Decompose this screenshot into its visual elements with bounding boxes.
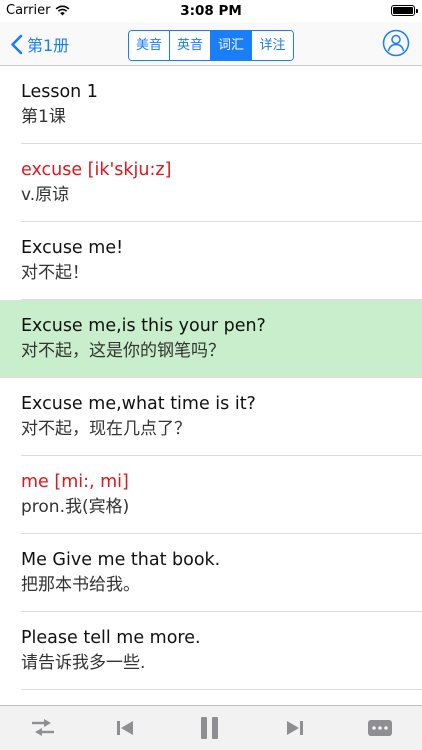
mode-segmented-control: 美音 英音 词汇 详注 bbox=[128, 30, 294, 61]
chevron-left-icon bbox=[11, 34, 23, 54]
tab-vocabulary[interactable]: 词汇 bbox=[211, 31, 252, 60]
back-label: 第1册 bbox=[27, 36, 70, 55]
item-chinese: 请告诉我多一些. bbox=[21, 653, 146, 673]
next-icon bbox=[287, 721, 303, 735]
item-chinese: pron.我(宾格) bbox=[21, 497, 130, 517]
list-item[interactable]: excuse [ik'skju:z] v.原谅 bbox=[0, 144, 422, 222]
list-item[interactable]: Excuse me! 对不起！ bbox=[0, 222, 422, 300]
shuffle-icon bbox=[32, 719, 54, 736]
item-english: Excuse me! bbox=[21, 238, 124, 258]
more-button[interactable] bbox=[366, 716, 394, 740]
tab-american-audio[interactable]: 美音 bbox=[129, 31, 170, 60]
shuffle-button[interactable] bbox=[28, 716, 58, 740]
status-time: 3:08 PM bbox=[180, 3, 242, 19]
previous-icon bbox=[117, 721, 133, 735]
app-screen: Carrier 3:08 PM 第1册 美音 英音 词汇 详注 Lesson 1… bbox=[0, 0, 422, 750]
status-bar: Carrier 3:08 PM bbox=[0, 0, 422, 22]
item-english: Me Give me that book. bbox=[21, 550, 221, 570]
item-chinese: 第1课 bbox=[21, 107, 66, 127]
item-chinese: 对不起，现在几点了？ bbox=[21, 419, 191, 439]
item-chinese: 把那本书给我。 bbox=[21, 575, 140, 595]
list-item-selected[interactable]: Excuse me,is this your pen? 对不起，这是你的钢笔吗？ bbox=[0, 300, 422, 378]
previous-button[interactable] bbox=[113, 716, 137, 740]
tab-notes[interactable]: 详注 bbox=[252, 31, 293, 60]
item-chinese: v.原谅 bbox=[21, 185, 70, 205]
next-button[interactable] bbox=[283, 716, 307, 740]
item-english: Excuse me,is this your pen? bbox=[21, 316, 266, 336]
back-button[interactable]: 第1册 bbox=[10, 30, 69, 58]
item-chinese: 对不起，这是你的钢笔吗？ bbox=[21, 341, 225, 361]
item-vocabulary-word: excuse [ik'skju:z] bbox=[21, 160, 172, 180]
list-item[interactable]: Excuse me,what time is it? 对不起，现在几点了？ bbox=[0, 378, 422, 456]
item-english: Excuse me,what time is it? bbox=[21, 394, 256, 414]
battery-icon bbox=[391, 5, 418, 16]
more-icon bbox=[368, 720, 392, 736]
list-item[interactable]: Me Give me that book. 把那本书给我。 bbox=[0, 534, 422, 612]
navigation-bar: 第1册 美音 英音 词汇 详注 bbox=[0, 22, 422, 66]
sentence-list: Lesson 1 第1课 excuse [ik'skju:z] v.原谅 Exc… bbox=[0, 66, 422, 706]
item-chinese: 对不起！ bbox=[21, 263, 89, 283]
list-item[interactable]: Lesson 1 第1课 bbox=[0, 66, 422, 144]
playback-toolbar bbox=[0, 705, 422, 750]
list-item[interactable]: me [mi:, mi] pron.我(宾格) bbox=[0, 456, 422, 534]
pause-button[interactable] bbox=[197, 716, 223, 740]
item-english: Lesson 1 bbox=[21, 82, 98, 102]
user-circle-icon[interactable] bbox=[382, 29, 410, 57]
list-item[interactable]: Please tell me more. 请告诉我多一些. bbox=[0, 612, 422, 690]
item-vocabulary-word: me [mi:, mi] bbox=[21, 472, 129, 492]
tab-british-audio[interactable]: 英音 bbox=[170, 31, 211, 60]
pause-icon bbox=[201, 717, 218, 739]
item-english: Please tell me more. bbox=[21, 628, 201, 648]
